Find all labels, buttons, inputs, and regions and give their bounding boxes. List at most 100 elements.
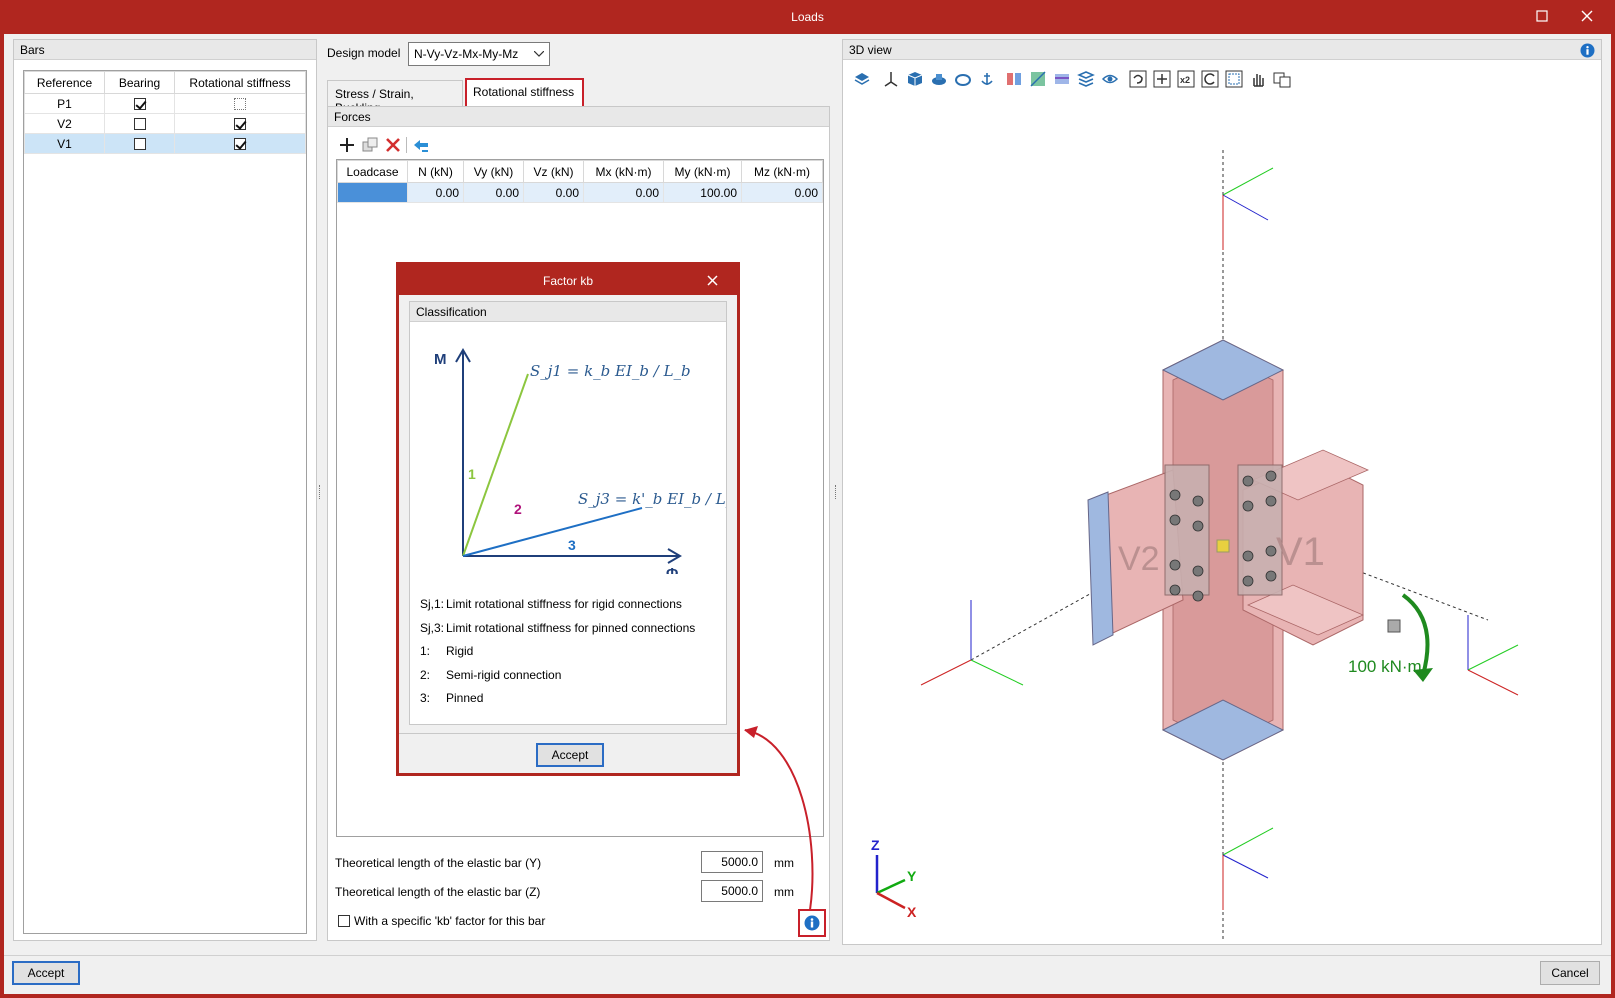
layers-icon[interactable] — [853, 70, 871, 88]
line-label-3: 3 — [568, 537, 576, 553]
zoom-x2-icon[interactable]: x2 — [1177, 70, 1195, 88]
classification-header: Classification — [410, 302, 726, 322]
line-label-1: 1 — [468, 466, 476, 482]
design-model-label: Design model — [327, 46, 401, 60]
table-row[interactable]: 0.00 0.00 0.00 0.00 100.00 0.00 — [337, 182, 823, 203]
mx-cell[interactable]: 0.00 — [583, 182, 664, 203]
design-model-value: N-Vy-Vz-Mx-My-Mz — [414, 47, 519, 61]
export-view-icon[interactable] — [1273, 70, 1291, 88]
pan-icon[interactable] — [1249, 70, 1267, 88]
right-splitter[interactable] — [835, 485, 838, 499]
info-icon[interactable] — [1580, 43, 1595, 58]
vz-cell[interactable]: 0.00 — [523, 182, 584, 203]
bars-header: Bars — [14, 40, 316, 60]
view-icon[interactable] — [1101, 70, 1119, 88]
load-node — [1387, 619, 1401, 633]
table-row[interactable]: V2 — [24, 113, 306, 134]
factor-kb-dialog: Factor kb Classification M Φ 1 2 3 S_j1 … — [396, 262, 740, 776]
col-n[interactable]: N (kN) — [407, 160, 464, 183]
bar-label-v2: V2 — [1118, 540, 1160, 578]
maximize-button[interactable] — [1530, 6, 1554, 28]
model-canvas[interactable]: V1 V2 100 kN·m Z Y X — [843, 100, 1601, 940]
col-vz[interactable]: Vz (kN) — [523, 160, 584, 183]
legend-item: Sj,3: Limit rotational stiffness for pinn… — [420, 620, 696, 635]
section-icon[interactable] — [1005, 70, 1023, 88]
col-my[interactable]: My (kN·m) — [663, 160, 742, 183]
global-z-label: Z — [871, 837, 880, 853]
view3d-panel: 3D view x2 V1 V2 100 kN·m Z Y X — [842, 39, 1602, 945]
global-x-label: X — [907, 904, 917, 920]
bars-panel: Bars Reference Bearing Rotational stiffn… — [13, 39, 317, 941]
axes-icon[interactable] — [882, 70, 900, 88]
elastic-y-label: Theoretical length of the elastic bar (Y… — [335, 856, 542, 870]
bar-reference: V2 — [24, 113, 105, 134]
design-model-select[interactable]: N-Vy-Vz-Mx-My-Mz — [408, 42, 550, 66]
node-marker — [1216, 539, 1230, 553]
bearing-checkbox[interactable] — [133, 118, 146, 131]
kb-label: With a specific 'kb' factor for this bar — [354, 914, 546, 928]
rotate-icon[interactable] — [1201, 70, 1219, 88]
col-mx[interactable]: Mx (kN·m) — [583, 160, 664, 183]
stack-icon[interactable] — [1077, 70, 1095, 88]
kb-checkbox[interactable] — [338, 915, 350, 927]
bearing-checkbox[interactable] — [133, 98, 146, 111]
forces-header: Forces — [328, 107, 829, 127]
zoom-window-icon[interactable] — [1225, 70, 1243, 88]
copy-icon[interactable] — [361, 136, 379, 154]
dialog-accept-button[interactable]: Accept — [536, 743, 604, 767]
plate-icon[interactable] — [930, 70, 948, 88]
legend-item: Sj,1: Limit rotational stiffness for rigi… — [420, 597, 682, 611]
window-title: Loads — [791, 10, 824, 24]
col-vy[interactable]: Vy (kN) — [463, 160, 524, 183]
col-loadcase[interactable]: Loadcase — [337, 160, 408, 183]
rotational-checkbox[interactable] — [234, 138, 246, 151]
svg-text:x2: x2 — [1180, 75, 1190, 85]
stress-icon[interactable] — [1053, 70, 1071, 88]
undo-view-icon[interactable] — [1129, 70, 1147, 88]
anchor-icon[interactable] — [978, 70, 996, 88]
load-label: 100 kN·m — [1348, 657, 1422, 676]
bar-reference: P1 — [24, 93, 105, 114]
mesh-icon[interactable] — [1029, 70, 1047, 88]
legend-item: 3: Pinned — [420, 691, 484, 705]
elastic-z-label: Theoretical length of the elastic bar (Z… — [335, 885, 541, 899]
my-cell[interactable]: 100.00 — [663, 182, 742, 203]
loadcase-cell[interactable] — [337, 182, 408, 203]
vy-cell[interactable]: 0.00 — [463, 182, 524, 203]
stiffness-diagram: M Φ 1 2 3 S_j1 = k_b EI_b / L_b S_j3 = k… — [434, 348, 726, 574]
zoom-extents-icon[interactable] — [1153, 70, 1171, 88]
cube-icon[interactable] — [906, 70, 924, 88]
dialog-titlebar: Factor kb — [399, 265, 737, 295]
tab-stress-strain[interactable]: Stress / Strain, Buckling — [327, 80, 463, 115]
weld-icon[interactable] — [954, 70, 972, 88]
close-window-button[interactable] — [1575, 6, 1599, 28]
mz-cell[interactable]: 0.00 — [741, 182, 823, 203]
cancel-button[interactable]: Cancel — [1540, 961, 1600, 985]
left-splitter[interactable] — [319, 485, 322, 499]
close-icon[interactable] — [707, 275, 718, 286]
chevron-down-icon — [534, 51, 544, 57]
col-bearing[interactable]: Bearing — [104, 71, 175, 94]
view3d-header: 3D view — [843, 40, 1601, 60]
n-cell[interactable]: 0.00 — [407, 182, 464, 203]
bearing-checkbox[interactable] — [133, 138, 146, 151]
rotational-checkbox[interactable] — [234, 118, 246, 131]
col-rotational[interactable]: Rotational stiffness — [174, 71, 306, 94]
import-icon[interactable] — [412, 136, 430, 154]
table-row[interactable]: P1 — [24, 93, 306, 114]
rotational-checkbox[interactable] — [234, 98, 246, 111]
legend-item: 1: Rigid — [420, 644, 474, 658]
bar-label-v1: V1 — [1276, 530, 1325, 574]
col-mz[interactable]: Mz (kN·m) — [741, 160, 823, 183]
bars-table: Reference Bearing Rotational stiffness P… — [24, 71, 306, 154]
close-icon — [1581, 10, 1593, 22]
col-reference[interactable]: Reference — [24, 71, 105, 94]
pinned-line — [462, 507, 643, 557]
x-axis-label: Φ — [666, 565, 678, 574]
delete-icon[interactable] — [384, 136, 402, 154]
tab-highlight — [465, 78, 584, 108]
table-row[interactable]: V1 — [24, 133, 306, 154]
add-icon[interactable] — [338, 136, 356, 154]
accept-button[interactable]: Accept — [12, 961, 80, 985]
title-bar: Loads — [0, 0, 1615, 34]
